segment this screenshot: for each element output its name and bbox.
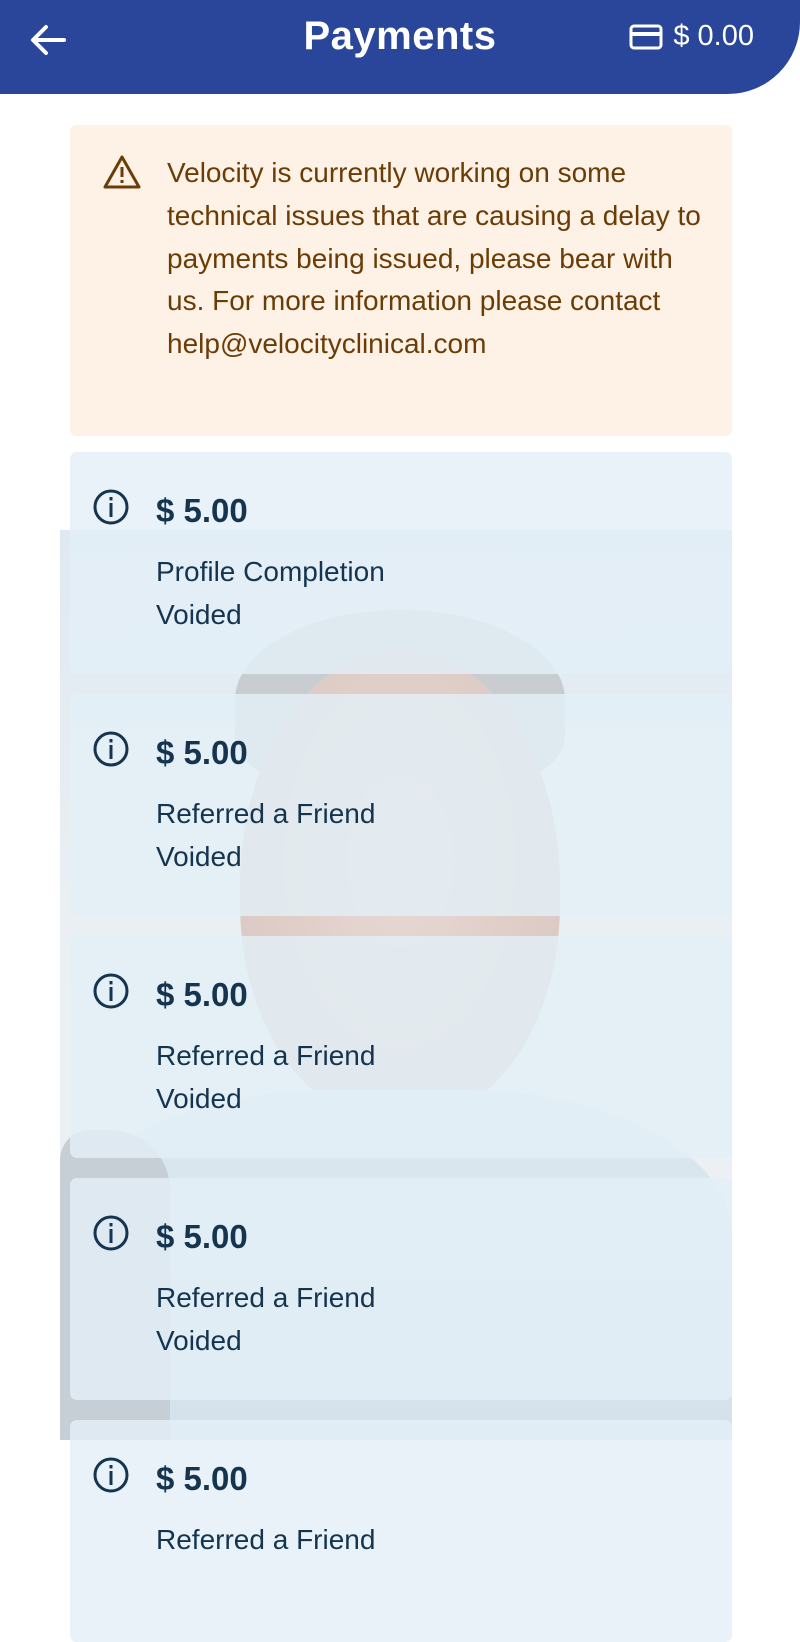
info-icon[interactable]	[92, 730, 130, 768]
balance-amount: $ 0.00	[673, 20, 754, 52]
payment-description: Referred a Friend	[156, 1282, 376, 1313]
payment-item[interactable]: $ 5.00 Profile Completion Voided	[70, 452, 732, 674]
payment-status: Voided	[156, 1083, 242, 1114]
payments-list: $ 5.00 Profile Completion Voided $ 5.00 …	[70, 452, 732, 1642]
payment-description: Referred a Friend	[156, 1040, 376, 1071]
payment-description: Referred a Friend	[156, 798, 376, 829]
payment-amount: $ 5.00	[156, 976, 248, 1013]
info-icon[interactable]	[92, 1214, 130, 1252]
warning-text: Velocity is currently working on some te…	[167, 157, 701, 360]
payment-amount: $ 5.00	[156, 734, 248, 771]
payment-item[interactable]: $ 5.00 Referred a Friend Voided	[70, 1178, 732, 1400]
warning-triangle-icon	[103, 155, 141, 189]
payment-status: Voided	[156, 841, 242, 872]
payment-status: Voided	[156, 599, 242, 630]
payment-amount: $ 5.00	[156, 492, 248, 529]
app-header: Payments $ 0.00	[0, 0, 800, 94]
payment-amount: $ 5.00	[156, 1460, 248, 1497]
payment-status: Voided	[156, 1325, 242, 1356]
payment-item[interactable]: $ 5.00 Referred a Friend Voided	[70, 936, 732, 1158]
balance-button[interactable]: $ 0.00	[629, 20, 754, 53]
payment-item[interactable]: $ 5.00 Referred a Friend	[70, 1420, 732, 1642]
info-icon[interactable]	[92, 488, 130, 526]
payment-description: Profile Completion	[156, 556, 385, 587]
payment-item[interactable]: $ 5.00 Referred a Friend Voided	[70, 694, 732, 916]
info-icon[interactable]	[92, 1456, 130, 1494]
payment-description: Referred a Friend	[156, 1524, 376, 1555]
credit-card-icon	[629, 24, 663, 49]
info-icon[interactable]	[92, 972, 130, 1010]
payment-amount: $ 5.00	[156, 1218, 248, 1255]
